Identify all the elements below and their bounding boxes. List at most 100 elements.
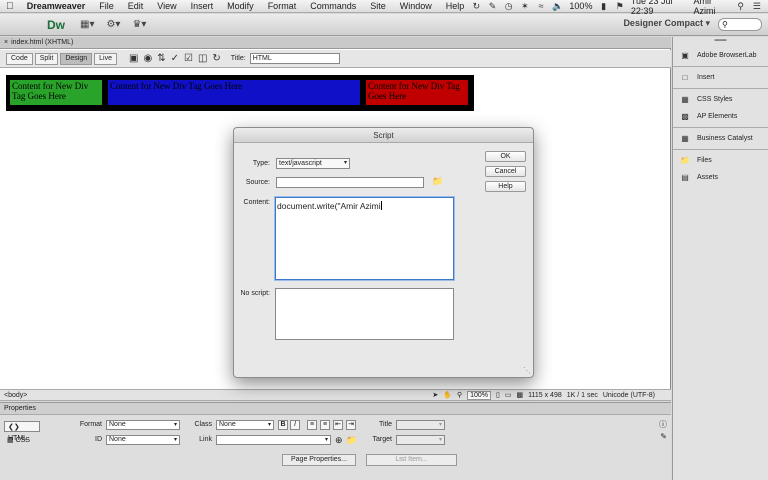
dreamweaver-logo: Dw [47, 17, 65, 32]
menu-window[interactable]: Window [393, 1, 439, 11]
link-input[interactable] [216, 435, 331, 445]
panel-files[interactable]: 📁 Files [673, 152, 768, 169]
title-label: Title: [230, 55, 246, 62]
cancel-button[interactable]: Cancel [485, 166, 526, 177]
menu-commands[interactable]: Commands [303, 1, 363, 11]
source-label: Source: [245, 179, 270, 186]
panel-insert[interactable]: □ Insert [673, 69, 768, 86]
css-toggle[interactable]: ▦ CSS [4, 435, 40, 446]
document-toolbar: Code Split Design Live ▣ ◉ ⇅ ✓ ☑ ◫ ↻ Tit… [0, 50, 671, 68]
sync-icon[interactable]: ↻ [471, 1, 481, 11]
zoom-tool-icon[interactable]: ⚲ [457, 391, 462, 399]
menu-format[interactable]: Format [261, 1, 304, 11]
type-select[interactable]: text/javascript [276, 158, 350, 169]
target-label: Target [372, 436, 392, 443]
div-tag-blue[interactable]: Content for New Div Tag Goes Here [108, 80, 360, 105]
select-tool-icon[interactable]: ➤ [432, 391, 438, 399]
gear-icon[interactable]: ⚙▾ [106, 19, 120, 30]
menu-modify[interactable]: Modify [220, 1, 261, 11]
ok-button[interactable]: OK [485, 151, 526, 162]
validate-icon[interactable]: ☑ [184, 53, 193, 64]
properties-header[interactable]: Properties [0, 403, 671, 415]
quick-tag-icon[interactable]: ✎ [660, 432, 667, 441]
app-bar: Dw ▦▾ ⚙▾ ♛▾ Designer Compact ⚲ [0, 14, 768, 36]
tag-selector[interactable]: <body> [4, 392, 27, 399]
outdent-icon[interactable]: ⇤ [333, 420, 343, 430]
menu-help[interactable]: Help [439, 1, 472, 11]
id-select[interactable]: None [106, 435, 180, 445]
bold-button[interactable]: B [278, 420, 288, 430]
search-input[interactable]: ⚲ [718, 18, 762, 31]
list-icon[interactable]: ☰ [752, 1, 762, 11]
div-tag-green[interactable]: Content for New Div Tag Goes Here [10, 80, 102, 105]
type-label: Type: [252, 160, 270, 167]
panel-css-styles[interactable]: ▦ CSS Styles [673, 91, 768, 108]
menu-insert[interactable]: Insert [184, 1, 221, 11]
layout-icon[interactable]: ▦▾ [80, 19, 94, 30]
menu-file[interactable]: File [92, 1, 121, 11]
dialog-title[interactable]: Script [234, 128, 533, 143]
resize-grip-icon[interactable]: ⋱ [523, 366, 531, 375]
wifi-icon[interactable]: ≈ [536, 1, 546, 11]
close-icon[interactable]: × [4, 39, 8, 46]
div-tag-red[interactable]: Content for New Div Tag Goes Here [366, 80, 468, 105]
refresh-icon[interactable]: ↻ [212, 53, 220, 64]
preview-icon[interactable]: ◉ [143, 53, 152, 64]
class-select[interactable]: None [216, 420, 274, 430]
panel-business-catalyst[interactable]: ▦ Business Catalyst [673, 130, 768, 147]
pen-icon[interactable]: ✎ [487, 1, 497, 11]
multiscreen-icon[interactable]: ▣ [129, 53, 138, 64]
menu-dreamweaver[interactable]: Dreamweaver [20, 1, 93, 11]
tablet-size-icon[interactable]: ▭ [505, 391, 512, 399]
battery-percent[interactable]: 100% [569, 1, 592, 11]
noscript-textarea[interactable] [275, 288, 454, 340]
menu-edit[interactable]: Edit [121, 1, 151, 11]
help-button[interactable]: Help [485, 181, 526, 192]
ordered-list-icon[interactable]: ≡ [320, 420, 330, 430]
panel-grip[interactable]: ▬▬ [673, 37, 768, 47]
content-textarea[interactable]: document.write("Amir Azimi [275, 197, 454, 280]
page-properties-button[interactable]: Page Properties... [282, 454, 356, 466]
zoom-select[interactable]: 100% [467, 390, 492, 400]
folder-icon[interactable]: 📁 [432, 176, 443, 186]
browser-check-icon[interactable]: ✓ [171, 53, 179, 64]
format-select[interactable]: None [106, 420, 180, 430]
panel-divider [673, 88, 768, 89]
point-to-file-icon[interactable]: ⊕ [335, 435, 343, 446]
format-label: Format [79, 421, 102, 428]
volume-icon[interactable]: 🔈 [552, 1, 563, 11]
design-view-button[interactable]: Design [60, 52, 93, 65]
panel-assets[interactable]: ▤ Assets [673, 169, 768, 186]
desktop-size-icon[interactable]: ▩ [517, 391, 524, 399]
title-input[interactable]: HTML [249, 53, 340, 64]
timer-icon[interactable]: ◷ [504, 1, 514, 11]
visual-aids-icon[interactable]: ◫ [198, 53, 207, 64]
live-view-button[interactable]: Live [94, 52, 117, 65]
source-input[interactable] [276, 177, 424, 188]
menu-view[interactable]: View [150, 1, 183, 11]
help-icon[interactable]: ⓘ [659, 419, 667, 430]
window-size[interactable]: 1115 x 498 [528, 392, 562, 399]
split-view-button[interactable]: Split [34, 52, 59, 65]
workspace-switcher[interactable]: Designer Compact [623, 18, 710, 29]
code-view-button[interactable]: Code [6, 52, 33, 65]
unordered-list-icon[interactable]: ≡ [307, 420, 317, 430]
panel-ap-elements[interactable]: ▩ AP Elements [673, 108, 768, 125]
bluetooth-icon[interactable]: ✶ [520, 1, 530, 11]
mobile-size-icon[interactable]: ▯ [496, 391, 500, 399]
document-tab[interactable]: × index.html (XHTML) [0, 37, 671, 49]
flag-icon[interactable]: ⚑ [615, 1, 625, 11]
design-canvas[interactable]: Content for New Div Tag Goes Here Conten… [6, 75, 474, 111]
files-icon: 📁 [680, 155, 690, 165]
html-toggle[interactable]: ❮❯ HTML [4, 421, 40, 442]
apple-icon[interactable]:  [0, 1, 20, 12]
extend-icon[interactable]: ♛▾ [132, 19, 146, 30]
menu-site[interactable]: Site [363, 1, 393, 11]
file-management-icon[interactable]: ⇅ [157, 53, 165, 64]
battery-icon: ▮ [601, 1, 607, 11]
hand-tool-icon[interactable]: ✋ [443, 391, 452, 399]
text-caret [380, 201, 382, 210]
italic-button[interactable]: I [290, 420, 300, 430]
spotlight-icon[interactable]: ⚲ [736, 1, 746, 11]
panel-browserlab[interactable]: ▣ Adobe BrowserLab [673, 47, 768, 64]
